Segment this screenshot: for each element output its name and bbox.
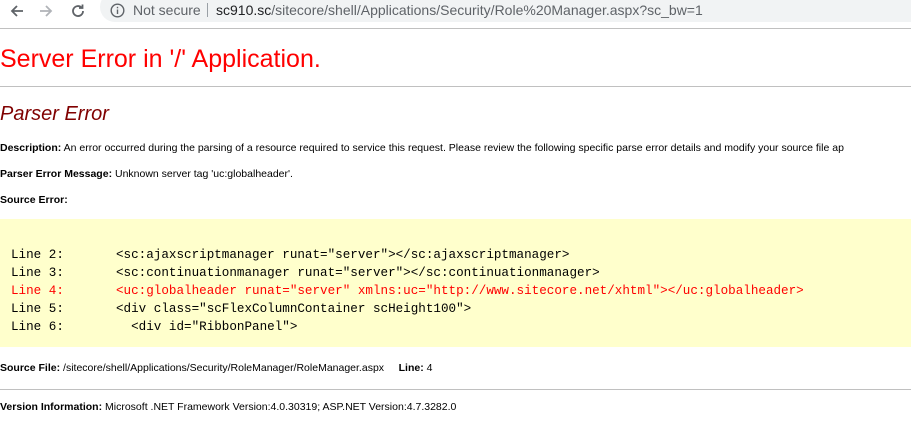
- title-divider: [0, 86, 911, 87]
- reload-icon: [72, 4, 84, 17]
- code-line-number: Line 5:: [11, 302, 64, 316]
- code-line-error: Line 4: <uc:globalheader runat="server" x…: [11, 282, 804, 300]
- top-divider: [0, 28, 911, 29]
- back-button[interactable]: [6, 0, 28, 22]
- address-separator: [207, 3, 208, 17]
- code-line: Line 5: <div class="scFlexColumnContainer…: [11, 300, 471, 318]
- source-file-value: /sitecore/shell/Applications/Security/Ro…: [63, 362, 385, 374]
- url-text[interactable]: sc910.sc/sitecore/shell/Applications/Sec…: [216, 1, 703, 19]
- browser-toolbar: Not secure sc910.sc/sitecore/shell/Appli…: [0, 0, 911, 23]
- code-line-text: <div class="scFlexColumnContainer scHeig…: [116, 302, 472, 316]
- code-line-text: <sc:ajaxscriptmanager runat="server"></s…: [116, 248, 570, 262]
- back-arrow-icon: [10, 5, 23, 17]
- source-error-label: Source Error:: [0, 194, 68, 206]
- code-line: Line 3: <sc:continuationmanager runat="se…: [11, 264, 600, 282]
- version-label: Version Information:: [0, 401, 103, 413]
- description-text: An error occurred during the parsing of …: [63, 142, 844, 154]
- code-line: Line 2: <sc:ajaxscriptmanager runat="serv…: [11, 246, 569, 264]
- line-value: 4: [426, 362, 433, 374]
- description-line: Description: An error occurred during th…: [0, 141, 844, 155]
- version-divider: [0, 389, 911, 390]
- parser-message-text: Unknown server tag 'uc:globalheader'.: [114, 168, 293, 180]
- code-line-text: <sc:continuationmanager runat="server"><…: [116, 266, 600, 280]
- source-error-line: Source Error:: [0, 193, 68, 207]
- url-path: /sitecore/shell/Applications/Security/Ro…: [271, 2, 703, 18]
- page-title: Server Error in '/' Application.: [0, 45, 321, 73]
- parser-message-label: Parser Error Message:: [0, 168, 113, 180]
- code-line-text: <div id="RibbonPanel">: [116, 320, 298, 334]
- version-value: Microsoft .NET Framework Version:4.0.303…: [105, 401, 457, 413]
- forward-button[interactable]: [35, 0, 57, 22]
- source-code-box: Line 2: <sc:ajaxscriptmanager runat="serv…: [0, 219, 911, 347]
- code-line-number: Line 4:: [11, 284, 64, 298]
- source-file-label: Source File:: [0, 362, 61, 374]
- version-line: Version Information: Microsoft .NET Fram…: [0, 400, 456, 414]
- url-host: sc910.sc: [216, 2, 272, 18]
- parser-message-line: Parser Error Message: Unknown server tag…: [0, 167, 293, 181]
- description-label: Description:: [0, 142, 62, 154]
- line-label: Line:: [398, 362, 424, 374]
- source-file-line: Source File: /sitecore/shell/Application…: [0, 361, 432, 375]
- forward-arrow-icon: [40, 5, 53, 17]
- code-line-number: Line 6:: [11, 320, 64, 334]
- code-line-number: Line 3:: [11, 266, 64, 280]
- not-secure-label[interactable]: Not secure: [133, 1, 201, 19]
- reload-button[interactable]: [67, 0, 89, 22]
- code-line-text: <uc:globalheader runat="server" xmlns:uc…: [116, 284, 804, 298]
- info-icon[interactable]: [110, 3, 125, 18]
- error-subtitle: Parser Error: [0, 103, 109, 125]
- code-line: Line 6: <div id="RibbonPanel">: [11, 318, 297, 336]
- code-line-number: Line 2:: [11, 248, 64, 262]
